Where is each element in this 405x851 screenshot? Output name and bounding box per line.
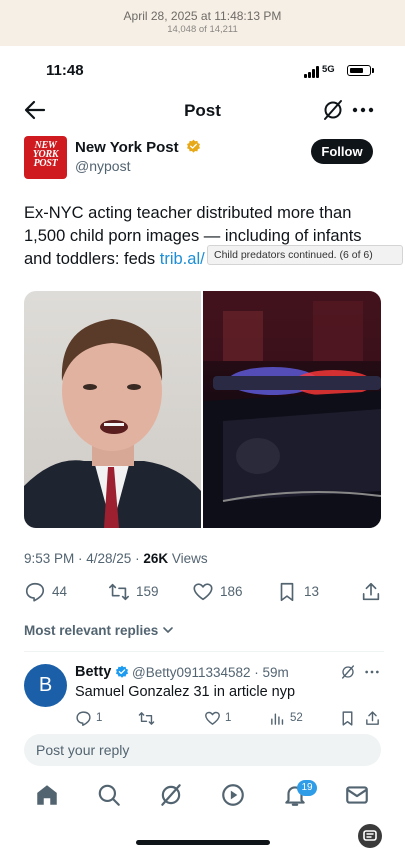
reply-bookmark-action[interactable] bbox=[339, 710, 357, 728]
tab-grok[interactable] bbox=[158, 782, 184, 808]
battery-level bbox=[349, 67, 363, 73]
reply-more-button[interactable] bbox=[363, 664, 381, 685]
reply-input[interactable] bbox=[36, 734, 366, 766]
bottom-tab-bar: 19 bbox=[0, 774, 405, 818]
replies-sort-dropdown[interactable]: Most relevant replies bbox=[24, 623, 174, 638]
screenshot-viewer-header: April 28, 2025 at 11:48:13 PM 14,048 of … bbox=[0, 0, 405, 46]
reply-icon bbox=[25, 582, 45, 602]
chat-icon bbox=[363, 830, 377, 841]
more-icon bbox=[352, 107, 374, 113]
nypost-logo[interactable]: NEW YORK POST bbox=[24, 136, 67, 179]
repost-count: 159 bbox=[136, 584, 159, 599]
reply-actions: 1 1 52 bbox=[75, 710, 384, 728]
divider bbox=[24, 651, 384, 652]
network-label: 5G bbox=[322, 64, 335, 75]
viewer-date: April 28, 2025 at 11:48:13 PM bbox=[123, 9, 282, 23]
reply-handle[interactable]: @Betty0911334582 · 59m bbox=[132, 665, 289, 680]
annotation-tooltip: Child predators continued. (6 of 6) bbox=[207, 245, 403, 265]
more-button[interactable] bbox=[350, 98, 376, 122]
tweet-media[interactable] bbox=[24, 291, 381, 528]
like-action[interactable]: 186 bbox=[192, 581, 252, 603]
tab-search[interactable] bbox=[96, 782, 122, 808]
chat-button[interactable] bbox=[358, 824, 382, 848]
heart-icon bbox=[205, 711, 220, 725]
views-icon bbox=[271, 713, 284, 725]
author-handle[interactable]: @nypost bbox=[75, 158, 130, 174]
battery-tip bbox=[372, 68, 374, 73]
reply-repost-action[interactable] bbox=[138, 710, 178, 728]
repost-icon bbox=[138, 712, 155, 725]
tab-home[interactable] bbox=[34, 782, 60, 808]
reply-author-name[interactable]: Betty bbox=[75, 664, 111, 680]
media-photo-police-car[interactable] bbox=[203, 291, 381, 528]
video-icon bbox=[222, 784, 244, 806]
battery-icon bbox=[347, 65, 371, 76]
grok-icon bbox=[324, 100, 342, 120]
notifications-badge: 19 bbox=[297, 780, 317, 796]
reply-like-action[interactable]: 1 bbox=[204, 710, 244, 728]
tweet-link[interactable]: trib.al/ bbox=[160, 250, 205, 268]
reply-action[interactable]: 44 bbox=[24, 581, 74, 603]
author-header: NEW YORK POST New York Post @nypost Foll… bbox=[24, 136, 384, 182]
heart-icon bbox=[193, 583, 213, 601]
grok-icon bbox=[161, 784, 181, 806]
status-icons: 5G bbox=[304, 64, 374, 78]
bookmark-icon bbox=[342, 711, 353, 726]
reply-icon bbox=[76, 711, 91, 726]
reply-grok-button[interactable] bbox=[340, 664, 356, 685]
bookmark-icon bbox=[280, 582, 294, 602]
tweet-meta: 9:53 PM · 4/28/25 · 26K Views bbox=[24, 551, 208, 566]
tweet-actions: 44 159 186 13 bbox=[24, 581, 384, 603]
media-photo-man[interactable] bbox=[24, 291, 201, 528]
share-icon bbox=[366, 711, 379, 725]
home-indicator[interactable] bbox=[136, 840, 270, 845]
reply-views-action[interactable]: 52 bbox=[269, 710, 314, 728]
reply-like-count: 1 bbox=[225, 712, 232, 724]
tab-video[interactable] bbox=[220, 782, 246, 808]
share-action[interactable] bbox=[360, 581, 384, 603]
bookmark-count: 13 bbox=[304, 584, 320, 599]
reply-text: Samuel Gonzalez 31 in article nyp bbox=[75, 684, 296, 700]
verified-badge-icon bbox=[115, 665, 129, 678]
search-icon bbox=[98, 784, 120, 806]
reply-reply-action[interactable]: 1 bbox=[75, 710, 115, 728]
more-icon bbox=[365, 670, 379, 674]
reply-item[interactable]: B Betty @Betty0911334582 · 59m Samuel Go… bbox=[24, 660, 384, 728]
reply-share-action[interactable] bbox=[364, 710, 382, 728]
follow-button[interactable]: Follow bbox=[311, 139, 373, 164]
author-name[interactable]: New York Post bbox=[75, 139, 201, 156]
chevron-down-icon bbox=[163, 627, 173, 633]
repost-icon bbox=[109, 583, 129, 601]
verified-badge-icon bbox=[186, 139, 200, 153]
status-time: 11:48 bbox=[46, 62, 84, 79]
like-count: 186 bbox=[220, 584, 243, 599]
avatar[interactable]: B bbox=[24, 664, 67, 707]
nav-bar: Post bbox=[0, 94, 405, 128]
tab-messages[interactable] bbox=[344, 782, 370, 808]
phone-screen: 11:48 5G Post NEW YORK POST New York Pos… bbox=[0, 46, 405, 851]
bookmark-action[interactable]: 13 bbox=[276, 581, 326, 603]
reply-views-count: 52 bbox=[290, 712, 303, 724]
share-icon bbox=[362, 582, 380, 601]
viewer-count: 14,048 of 14,211 bbox=[167, 24, 238, 35]
grok-button[interactable] bbox=[321, 98, 345, 122]
reply-count: 44 bbox=[52, 584, 68, 599]
grok-icon bbox=[342, 665, 354, 679]
repost-action[interactable]: 159 bbox=[108, 581, 168, 603]
messages-icon bbox=[346, 786, 368, 804]
home-icon bbox=[37, 785, 57, 805]
reply-reply-count: 1 bbox=[96, 712, 103, 724]
views-count: 26K bbox=[143, 551, 169, 566]
reply-composer[interactable] bbox=[24, 734, 381, 766]
